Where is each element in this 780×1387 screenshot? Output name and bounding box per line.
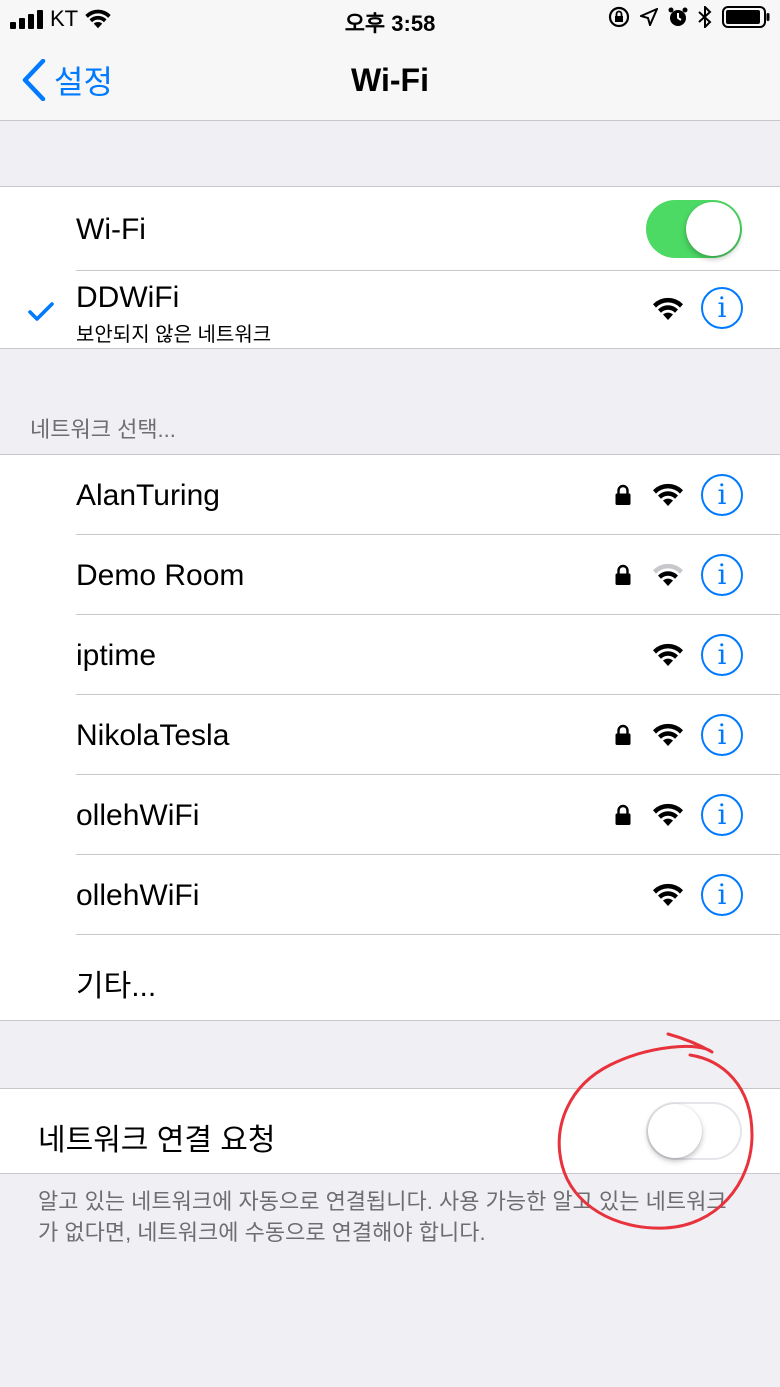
wifi-group: Wi-Fi DDWiFi 보안되지 않은 네트워크 i	[0, 186, 780, 349]
info-icon[interactable]: i	[701, 794, 743, 836]
bluetooth-icon	[698, 6, 712, 28]
ask-to-join-label: 네트워크 연결 요청	[38, 1124, 276, 1157]
wifi-icon	[653, 883, 683, 906]
network-name: NikolaTesla	[76, 719, 230, 752]
navigation-bar: 설정 Wi-Fi	[0, 40, 780, 121]
network-list: AlanTuring i Demo Room i iptime i Nikola…	[0, 454, 780, 1021]
lock-icon	[615, 484, 631, 505]
other-network-label: 기타...	[76, 970, 157, 1003]
lock-icon	[615, 724, 631, 745]
wifi-icon	[653, 643, 683, 666]
info-icon[interactable]: i	[701, 287, 743, 329]
lock-icon	[615, 564, 631, 585]
alarm-icon	[668, 7, 688, 26]
ask-to-join-footer: 알고 있는 네트워크에 자동으로 연결됩니다. 사용 가능한 알고 있는 네트워…	[38, 1189, 727, 1245]
network-name: iptime	[76, 639, 157, 672]
network-name: AlanTuring	[76, 479, 220, 512]
wifi-weak-icon	[653, 563, 683, 586]
wifi-toggle-knob	[686, 202, 740, 256]
rotation-lock-icon	[608, 6, 630, 28]
connected-network-name: DDWiFi	[76, 281, 180, 314]
battery-icon	[722, 6, 770, 28]
network-row-iptime[interactable]: iptime i	[0, 615, 780, 695]
connected-network-subtitle: 보안되지 않은 네트워크	[76, 324, 272, 346]
ask-to-join-toggle[interactable]	[646, 1102, 742, 1160]
info-icon[interactable]: i	[701, 874, 743, 916]
info-icon[interactable]: i	[701, 474, 743, 516]
ask-to-join-toggle-knob	[648, 1104, 702, 1158]
network-row-nikolatesla[interactable]: NikolaTesla i	[0, 695, 780, 775]
info-icon[interactable]: i	[701, 714, 743, 756]
wifi-toggle-row: Wi-Fi	[0, 187, 780, 271]
ask-to-join-row: 네트워크 연결 요청	[0, 1089, 780, 1173]
network-row-demo-room[interactable]: Demo Room i	[0, 535, 780, 615]
connected-network-row[interactable]: DDWiFi 보안되지 않은 네트워크 i	[0, 271, 780, 348]
info-icon[interactable]: i	[701, 634, 743, 676]
page-title: Wi-Fi	[351, 62, 429, 98]
choose-network-header: 네트워크 선택...	[30, 417, 176, 442]
ask-to-join-group: 네트워크 연결 요청	[0, 1088, 780, 1174]
network-row-ollehwifi-secure[interactable]: ollehWiFi i	[0, 775, 780, 855]
network-row-alanturing[interactable]: AlanTuring i	[0, 455, 780, 535]
wifi-icon	[653, 483, 683, 506]
wifi-toggle[interactable]	[646, 200, 742, 258]
other-network-row[interactable]: 기타...	[0, 935, 780, 1020]
network-row-ollehwifi-open[interactable]: ollehWiFi i	[0, 855, 780, 935]
wifi-icon	[653, 803, 683, 826]
network-name: Demo Room	[76, 559, 245, 592]
status-bar: KT 오후 3:58	[0, 0, 780, 40]
wifi-icon	[653, 723, 683, 746]
location-arrow-icon	[640, 8, 658, 26]
network-name: ollehWiFi	[76, 799, 200, 832]
checkmark-icon	[28, 302, 54, 321]
wifi-label: Wi-Fi	[76, 213, 146, 246]
network-name: ollehWiFi	[76, 879, 200, 912]
status-right	[608, 6, 770, 28]
lock-icon	[615, 804, 631, 825]
info-icon[interactable]: i	[701, 554, 743, 596]
wifi-icon	[653, 297, 683, 320]
